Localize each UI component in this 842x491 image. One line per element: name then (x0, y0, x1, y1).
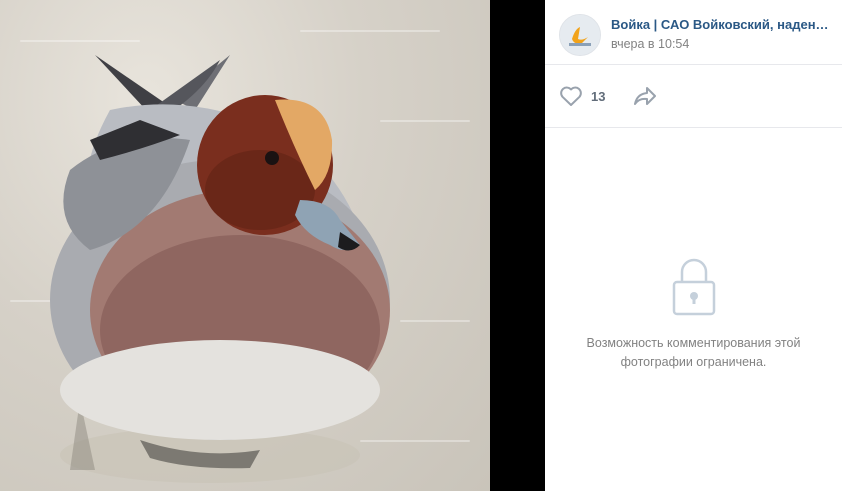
share-button[interactable] (633, 85, 657, 112)
share-arrow-icon (634, 87, 656, 105)
post-actions: 13 (545, 65, 842, 128)
community-logo-icon (560, 15, 600, 55)
post-author-link[interactable]: Войка | САО Войковский, надень м... (611, 17, 835, 32)
photo[interactable] (0, 0, 490, 491)
photo-sidebar: Войка | САО Войковский, надень м... вчер… (545, 0, 842, 491)
like-button[interactable]: 13 (559, 85, 605, 107)
lock-icon (672, 258, 715, 316)
photo-viewer[interactable] (0, 0, 545, 491)
post-date[interactable]: вчера в 10:54 (611, 37, 689, 51)
comments-locked-notice: Возможность комментирования этой фотогра… (545, 258, 842, 372)
avatar[interactable] (559, 14, 601, 56)
heart-icon (560, 86, 582, 106)
post-header: Войка | САО Войковский, надень м... вчер… (545, 0, 842, 65)
comments-restricted-text: Возможность комментирования этой фотогра… (586, 336, 801, 369)
duck-illustration (50, 55, 390, 483)
like-count: 13 (591, 88, 606, 104)
